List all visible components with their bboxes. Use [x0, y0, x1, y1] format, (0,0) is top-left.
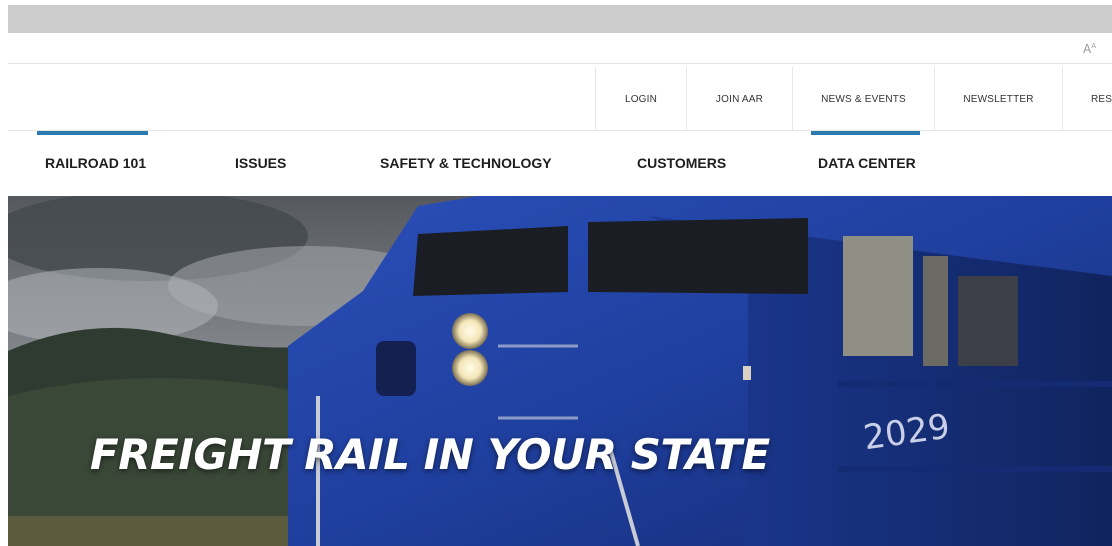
nav-data-center[interactable]: DATA CENTER: [818, 131, 916, 195]
nav-issues-label: ISSUES: [235, 155, 287, 171]
secondary-nav: LOGIN JOIN AAR NEWS & EVENTS NEWSLETTER …: [8, 67, 1112, 135]
nav-resources-link[interactable]: RESO: [1062, 67, 1112, 131]
nav-safety-technology-label: SAFETY & TECHNOLOGY: [380, 155, 552, 171]
hero-banner[interactable]: 2029 FREIGHT RAIL IN YOUR STATE: [8, 196, 1112, 546]
hero-title[interactable]: FREIGHT RAIL IN YOUR STATE: [90, 430, 770, 479]
font-size-icon[interactable]: AA: [1083, 42, 1096, 56]
nav-join-aar-link[interactable]: JOIN AAR: [686, 67, 792, 131]
nav-news-events-label: NEWS & EVENTS: [821, 93, 906, 105]
nav-data-center-label: DATA CENTER: [818, 155, 916, 171]
hero-locomotive-image: 2029: [8, 196, 1112, 546]
nav-newsletter-label: NEWSLETTER: [963, 93, 1034, 105]
browser-chrome-bar: [8, 5, 1112, 33]
nav-join-aar-label: JOIN AAR: [715, 93, 764, 105]
nav-login-link[interactable]: LOGIN: [595, 67, 686, 131]
nav-customers[interactable]: CUSTOMERS: [637, 131, 726, 195]
nav-railroad-101[interactable]: RAILROAD 101: [45, 131, 146, 195]
nav-customers-label: CUSTOMERS: [637, 155, 727, 171]
nav-issues[interactable]: ISSUES: [235, 131, 286, 195]
nav-news-events-link[interactable]: NEWS & EVENTS: [792, 67, 934, 135]
utility-bar: AA: [8, 37, 1112, 64]
nav-safety-technology[interactable]: SAFETY & TECHNOLOGY: [380, 131, 552, 195]
nav-resources-label: RESO: [1091, 93, 1112, 105]
nav-login-label: LOGIN: [624, 93, 658, 105]
nav-newsletter-link[interactable]: NEWSLETTER: [934, 67, 1062, 131]
primary-nav: RAILROAD 101 ISSUES SAFETY & TECHNOLOGY …: [8, 131, 1112, 195]
nav-railroad-101-label: RAILROAD 101: [45, 155, 147, 171]
